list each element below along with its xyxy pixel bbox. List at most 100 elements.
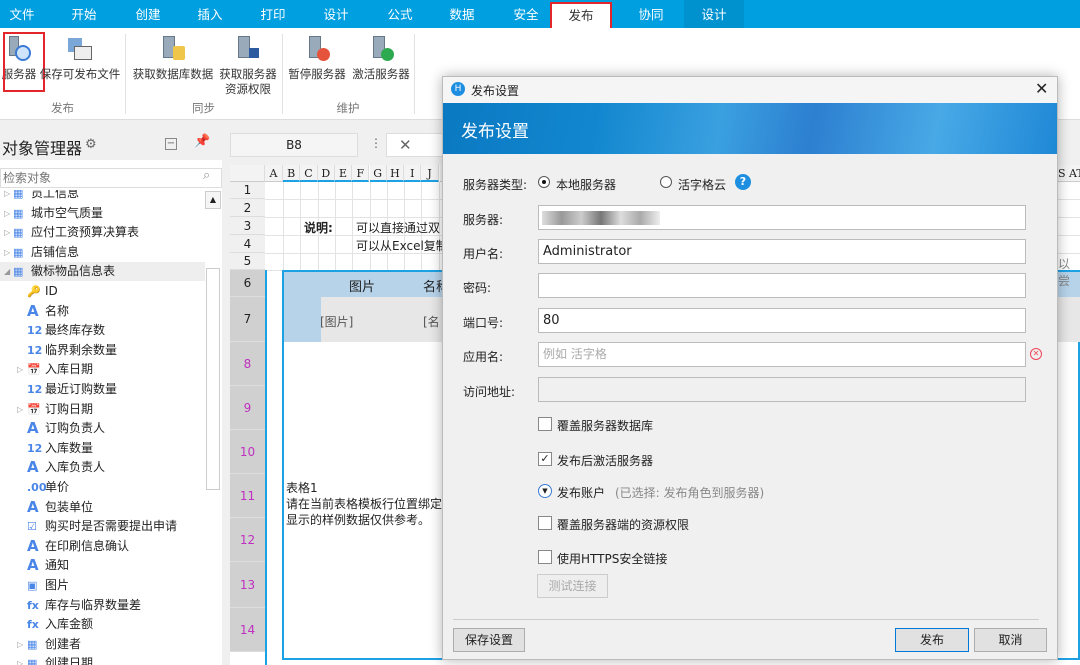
tree-item[interactable]: 12 最终库存数 (0, 321, 205, 340)
corner-cell[interactable] (230, 165, 265, 182)
tree-item[interactable]: ▷ ▦ 创建者 (0, 635, 205, 654)
column-header[interactable]: J (421, 165, 439, 182)
expand-icon[interactable]: ▷ (17, 360, 23, 379)
fetch-db-data-button[interactable]: 获取数据库数据 (130, 34, 216, 82)
publish-account-label[interactable]: 发布账户 (557, 484, 605, 501)
help-icon[interactable]: ? (735, 174, 751, 190)
row-header[interactable]: 10 (230, 430, 265, 474)
row-header[interactable]: 14 (230, 608, 265, 652)
row-header[interactable]: 7 (230, 297, 265, 342)
column-header[interactable]: A (265, 165, 283, 182)
tree-item[interactable]: 12 最近订购数量 (0, 380, 205, 399)
expand-icon[interactable]: ▷ (4, 223, 10, 242)
fetch-server-permission-button[interactable]: 获取服务器 资源权限 (216, 34, 280, 97)
row-header[interactable]: 4 (230, 235, 265, 253)
column-header[interactable]: B (283, 165, 301, 182)
tree-item[interactable]: ☑ 购买时是否需要提出申请 (0, 517, 205, 536)
scroll-up-button[interactable]: ▲ (205, 191, 221, 209)
tree-item[interactable]: ▷ ▦ 城市空气质量 (0, 204, 205, 223)
tab-0[interactable]: 文件 (0, 0, 44, 28)
row-header[interactable]: 8 (230, 342, 265, 386)
tree-item[interactable]: A 在印刷信息确认 (0, 537, 205, 556)
password-field[interactable] (538, 273, 1026, 298)
tree-item[interactable]: ▷ ▦ 应付工资预算决算表 (0, 223, 205, 242)
tab-2[interactable]: 创建 (122, 0, 174, 28)
radio-local-server[interactable] (538, 176, 550, 188)
column-header[interactable]: I (404, 165, 422, 182)
activate-server-button[interactable]: 激活服务器 (350, 34, 412, 82)
tab-10[interactable]: 协同 (621, 0, 681, 28)
tree-item[interactable]: A 通知 (0, 556, 205, 575)
row-header[interactable]: 2 (230, 199, 265, 217)
search-icon[interactable]: ⌕ (203, 168, 210, 183)
pause-server-button[interactable]: 暂停服务器 (284, 34, 350, 82)
tab-8[interactable]: 安全 (500, 0, 552, 28)
row-header[interactable]: 5 (230, 253, 265, 270)
column-header[interactable]: E (334, 165, 353, 182)
row-header[interactable]: 12 (230, 518, 265, 562)
row-header[interactable]: 6 (230, 270, 265, 297)
username-field[interactable]: Administrator (538, 239, 1026, 264)
expand-icon[interactable]: ◢ (4, 262, 10, 281)
test-connection-button[interactable]: 测试连接 (537, 574, 608, 598)
tree-item[interactable]: A 包装单位 (0, 498, 205, 517)
tree-item[interactable]: fx 入库金额 (0, 615, 205, 634)
tab-4[interactable]: 打印 (247, 0, 299, 28)
tree-item[interactable]: fx 库存与临界数量差 (0, 596, 205, 615)
row-header[interactable]: 9 (230, 386, 265, 430)
expand-icon[interactable]: ▷ (17, 400, 23, 419)
overwrite-db-checkbox[interactable] (538, 417, 552, 431)
tree-item[interactable]: .00 单价 (0, 478, 205, 497)
row-header[interactable]: 1 (230, 182, 265, 199)
tree-item[interactable]: ▷ 📅 入库日期 (0, 360, 205, 379)
column-header[interactable]: G (369, 165, 387, 182)
more-icon[interactable]: ⋮ (370, 136, 382, 150)
port-field[interactable]: 80 (538, 308, 1026, 333)
tree-item[interactable]: A 名称 (0, 302, 205, 321)
search-input[interactable] (0, 168, 222, 188)
app-name-field[interactable]: 例如 活字格 (538, 342, 1026, 367)
tab-6[interactable]: 公式 (374, 0, 426, 28)
tree-item[interactable]: 12 临界剩余数量 (0, 341, 205, 360)
expand-icon[interactable]: ▷ (17, 635, 23, 654)
expand-icon[interactable]: ▷ (4, 204, 10, 223)
column-header[interactable]: D (317, 165, 335, 182)
server-field[interactable] (538, 205, 1026, 230)
expand-icon[interactable]: ▷ (4, 190, 10, 203)
tab-1[interactable]: 开始 (60, 0, 108, 28)
row-header[interactable]: 11 (230, 474, 265, 518)
cell-name-box[interactable]: B8 (230, 133, 358, 157)
cancel-button[interactable]: 取消 (974, 628, 1047, 652)
save-settings-button[interactable]: 保存设置 (453, 628, 525, 652)
pin-icon[interactable]: 📌 (194, 134, 210, 149)
tree-item[interactable]: ▷ ▦ 员工信息 (0, 190, 205, 203)
save-publishable-file-button[interactable]: 保存可发布文件 (38, 34, 122, 82)
tree-item[interactable]: A 订购负责人 (0, 419, 205, 438)
close-icon[interactable]: ✕ (1035, 79, 1048, 98)
tree-item[interactable]: ▣ 图片 (0, 576, 205, 595)
column-header[interactable]: F (352, 165, 370, 182)
tab-7[interactable]: 数据 (436, 0, 488, 28)
tree-item[interactable]: ◢ ▦ 徽标物品信息表 (0, 262, 205, 282)
tab-3[interactable]: 插入 (184, 0, 236, 28)
overwrite-permission-checkbox[interactable] (538, 516, 552, 530)
column-header[interactable]: C (300, 165, 318, 182)
tree-item[interactable]: A 入库负责人 (0, 458, 205, 477)
row-header[interactable]: 3 (230, 217, 265, 235)
tree-item[interactable]: 🔑 ID (0, 282, 205, 301)
tab-11[interactable]: 设计 (684, 0, 744, 28)
expand-icon[interactable]: ▷ (17, 654, 23, 665)
collapse-icon[interactable]: − (165, 138, 177, 150)
https-checkbox[interactable] (538, 550, 552, 564)
publish-account-expand-icon[interactable]: ▼ (538, 484, 552, 498)
cancel-formula-icon[interactable]: ✕ (386, 133, 446, 157)
scrollbar-thumb[interactable] (206, 268, 220, 490)
tree-item[interactable]: ▷ 📅 订购日期 (0, 400, 205, 419)
publish-button[interactable]: 发布 (895, 628, 969, 652)
activate-after-publish-checkbox[interactable]: ✓ (538, 452, 552, 466)
expand-icon[interactable]: ▷ (4, 243, 10, 262)
column-header[interactable]: H (386, 165, 405, 182)
tree-item[interactable]: ▷ ▦ 店铺信息 (0, 243, 205, 262)
tab-5[interactable]: 设计 (310, 0, 362, 28)
tree-item[interactable]: ▷ ▦ 创建日期 (0, 654, 205, 665)
